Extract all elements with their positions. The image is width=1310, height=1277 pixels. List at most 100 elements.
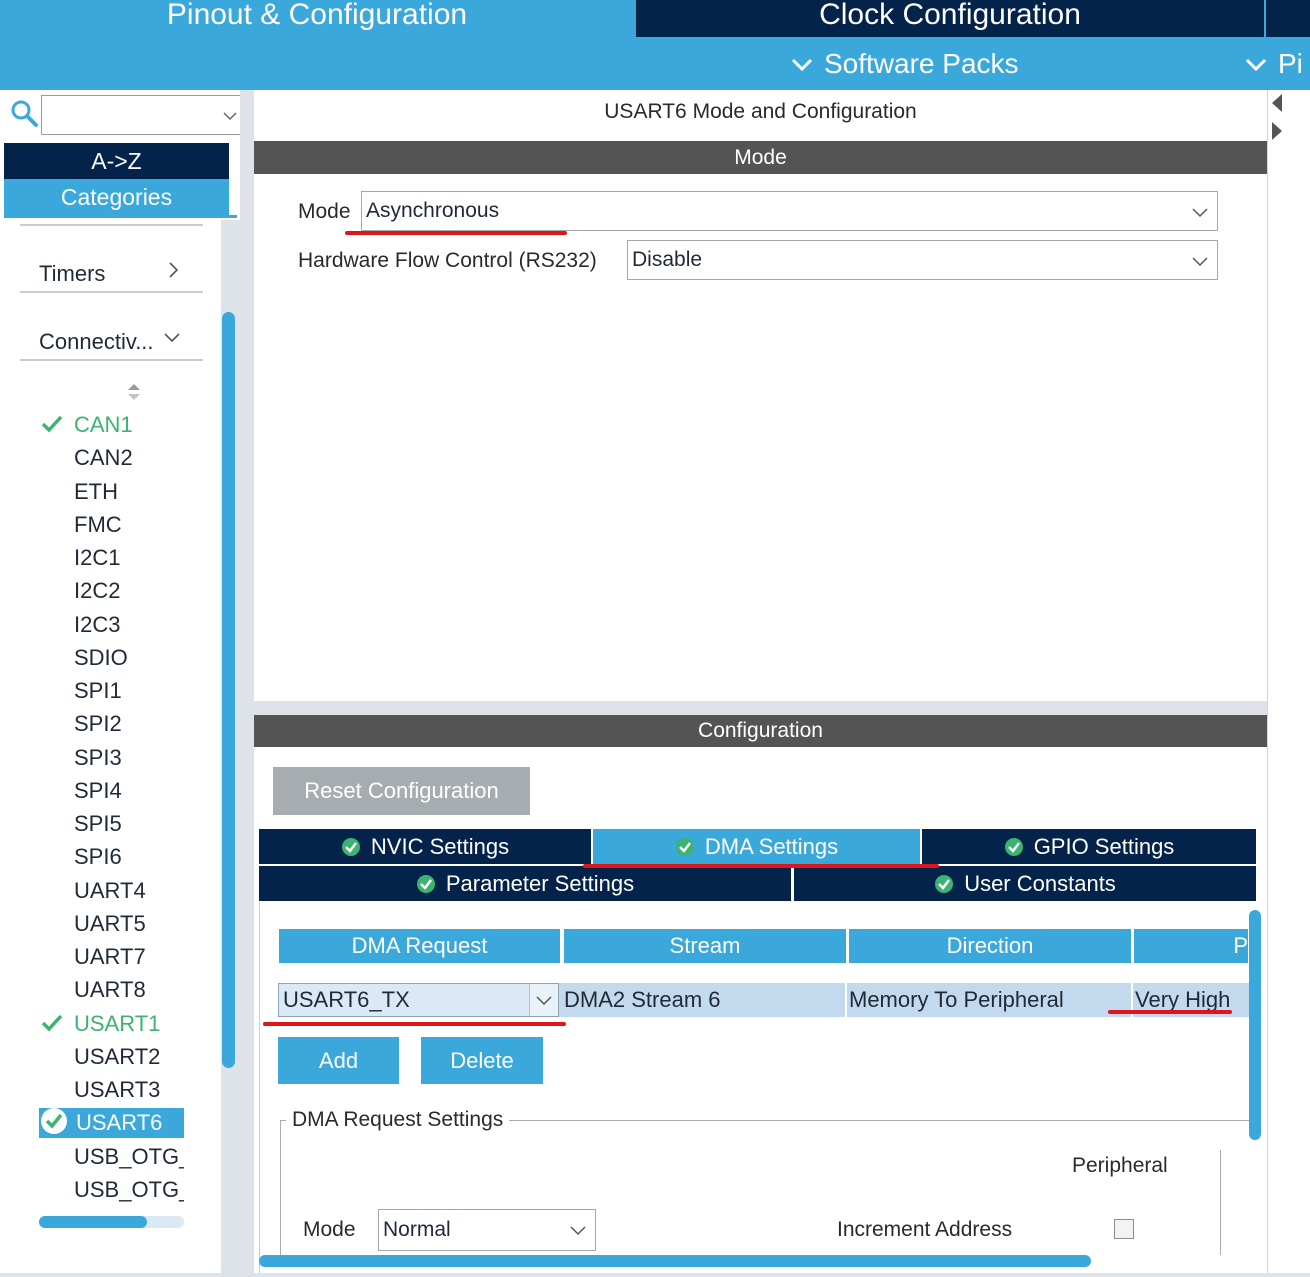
tab-dma-label: DMA Settings — [704, 833, 839, 859]
list-item-fmc[interactable]: FMC — [74, 510, 184, 540]
add-button[interactable]: Add — [278, 1037, 399, 1084]
chevron-down-icon[interactable] — [1191, 252, 1209, 270]
search-input[interactable] — [41, 95, 240, 135]
dma-mode-label: Mode — [303, 1218, 356, 1241]
search-icon[interactable] — [9, 98, 39, 128]
tab-parameter-settings[interactable]: Parameter Settings — [259, 866, 791, 901]
tab-gpio-settings[interactable]: GPIO Settings — [922, 829, 1256, 864]
tab-parameter-label: Parameter Settings — [445, 870, 635, 896]
expand-right-icon[interactable] — [1270, 121, 1284, 141]
check-circle-icon — [675, 837, 694, 856]
chevron-down-icon — [1245, 58, 1267, 72]
list-item-i2c3[interactable]: I2C3 — [74, 610, 184, 640]
sidebar-vscroll-thumb[interactable] — [222, 312, 235, 1068]
list-item-can2[interactable]: CAN2 — [74, 443, 184, 473]
annotation-underline — [263, 1022, 566, 1026]
top-navigation: Pinout & Configuration Clock Configurati… — [0, 0, 1310, 90]
group-timers[interactable]: Timers — [39, 261, 105, 287]
peripheral-increment-checkbox[interactable] — [1114, 1219, 1134, 1239]
group-connectivity[interactable]: Connectiv... — [39, 329, 154, 355]
chevron-down-icon — [536, 996, 552, 1006]
list-item-usb-otg-hs[interactable]: USB_OTG_HS — [74, 1175, 184, 1205]
delete-button[interactable]: Delete — [421, 1037, 543, 1084]
list-item-usart3[interactable]: USART3 — [74, 1075, 184, 1105]
list-item-uart8[interactable]: UART8 — [74, 975, 184, 1005]
tab-nvic-settings[interactable]: NVIC Settings — [259, 829, 591, 864]
column-header-stream[interactable]: Stream — [564, 929, 846, 963]
mode-label: Mode — [298, 200, 351, 223]
list-item-i2c1[interactable]: I2C1 — [74, 543, 184, 573]
tab-pinout-configuration[interactable]: Pinout & Configuration — [0, 0, 634, 37]
configuration-section-header: Configuration — [254, 715, 1267, 747]
cell-stream[interactable]: DMA2 Stream 6 — [564, 983, 721, 1017]
flow-control-value: Disable — [632, 248, 703, 271]
tab-user-constants[interactable]: User Constants — [794, 866, 1256, 901]
divider — [20, 224, 203, 226]
increment-address-label: Increment Address — [837, 1218, 1013, 1241]
config-hscroll-thumb[interactable] — [259, 1255, 1091, 1267]
list-item-uart5[interactable]: UART5 — [74, 909, 184, 939]
column-header-dma-request[interactable]: DMA Request — [279, 929, 560, 963]
flow-control-select[interactable]: Disable — [627, 240, 1218, 280]
check-circle-icon — [41, 1108, 67, 1134]
sidebar: A->Z Categories Timers Connectiv... CAN1… — [0, 90, 240, 1277]
categories-button[interactable]: Categories — [4, 179, 229, 215]
chevron-down-icon[interactable] — [1191, 203, 1209, 221]
cell-direction[interactable]: Memory To Peripheral — [849, 983, 1064, 1017]
sidebar-hscroll-thumb[interactable] — [39, 1216, 147, 1228]
check-circle-icon — [1004, 837, 1023, 856]
list-item-spi2[interactable]: SPI2 — [74, 709, 184, 739]
pinout-menu[interactable]: Pi — [1244, 46, 1303, 82]
vertical-splitter[interactable] — [240, 90, 254, 1277]
list-item-uart4[interactable]: UART4 — [74, 876, 184, 906]
mode-select[interactable]: Asynchronous — [361, 191, 1218, 231]
config-vscroll-thumb[interactable] — [1249, 910, 1261, 1140]
chevron-right-icon[interactable] — [164, 261, 182, 279]
tab-clock-configuration[interactable]: Clock Configuration — [636, 0, 1264, 37]
list-item-i2c2[interactable]: I2C2 — [74, 576, 184, 606]
chevron-down-icon[interactable] — [163, 328, 181, 346]
column-separator — [845, 983, 847, 1017]
horizontal-splitter[interactable] — [254, 701, 1267, 715]
check-icon — [41, 415, 63, 433]
mode-section-header: Mode — [254, 141, 1267, 174]
list-item-usb-otg-fs[interactable]: USB_OTG_FS — [74, 1142, 184, 1172]
reset-configuration-button[interactable]: Reset Configuration — [273, 767, 530, 815]
software-packs-label: Software Packs — [824, 48, 1019, 79]
tab-clock-label: Clock Configuration — [819, 0, 1081, 31]
dma-request-select[interactable]: USART6_TX — [278, 983, 559, 1017]
chevron-down-icon[interactable] — [222, 108, 238, 124]
sort-az-button[interactable]: A->Z — [4, 143, 229, 179]
sort-icon[interactable] — [126, 382, 142, 402]
chevron-down-icon[interactable] — [569, 1221, 587, 1239]
list-item-usart2[interactable]: USART2 — [74, 1042, 184, 1072]
column-header-priority[interactable]: P — [1134, 929, 1248, 963]
column-divider — [1220, 1150, 1221, 1255]
annotation-underline — [583, 864, 939, 868]
list-item-usart1[interactable]: USART1 — [74, 1009, 184, 1039]
list-item-spi1[interactable]: SPI1 — [74, 676, 184, 706]
flow-control-label: Hardware Flow Control (RS232) — [298, 249, 597, 272]
dma-mode-select[interactable]: Normal — [378, 1209, 596, 1251]
dropdown-button[interactable] — [529, 984, 558, 1016]
list-item-spi3[interactable]: SPI3 — [74, 743, 184, 773]
dma-mode-value: Normal — [383, 1218, 451, 1241]
column-header-direction[interactable]: Direction — [849, 929, 1131, 963]
list-item-spi6[interactable]: SPI6 — [74, 842, 184, 872]
collapse-left-icon[interactable] — [1270, 93, 1284, 113]
list-item-uart7[interactable]: UART7 — [74, 942, 184, 972]
annotation-underline — [345, 231, 567, 235]
panel-title: USART6 Mode and Configuration — [604, 100, 917, 123]
check-circle-icon — [341, 837, 360, 856]
list-item-eth[interactable]: ETH — [74, 477, 184, 507]
tab-gpio-label: GPIO Settings — [1033, 833, 1175, 859]
tab-dma-settings[interactable]: DMA Settings — [593, 829, 920, 864]
software-packs-menu[interactable]: Software Packs — [790, 46, 1019, 82]
divider — [20, 359, 203, 361]
list-item-sdio[interactable]: SDIO — [74, 643, 184, 673]
tab-overflow[interactable] — [1266, 0, 1310, 37]
list-item-can1[interactable]: CAN1 — [74, 410, 184, 440]
list-item-spi4[interactable]: SPI4 — [74, 776, 184, 806]
tab-user-constants-label: User Constants — [964, 870, 1116, 896]
list-item-spi5[interactable]: SPI5 — [74, 809, 184, 839]
